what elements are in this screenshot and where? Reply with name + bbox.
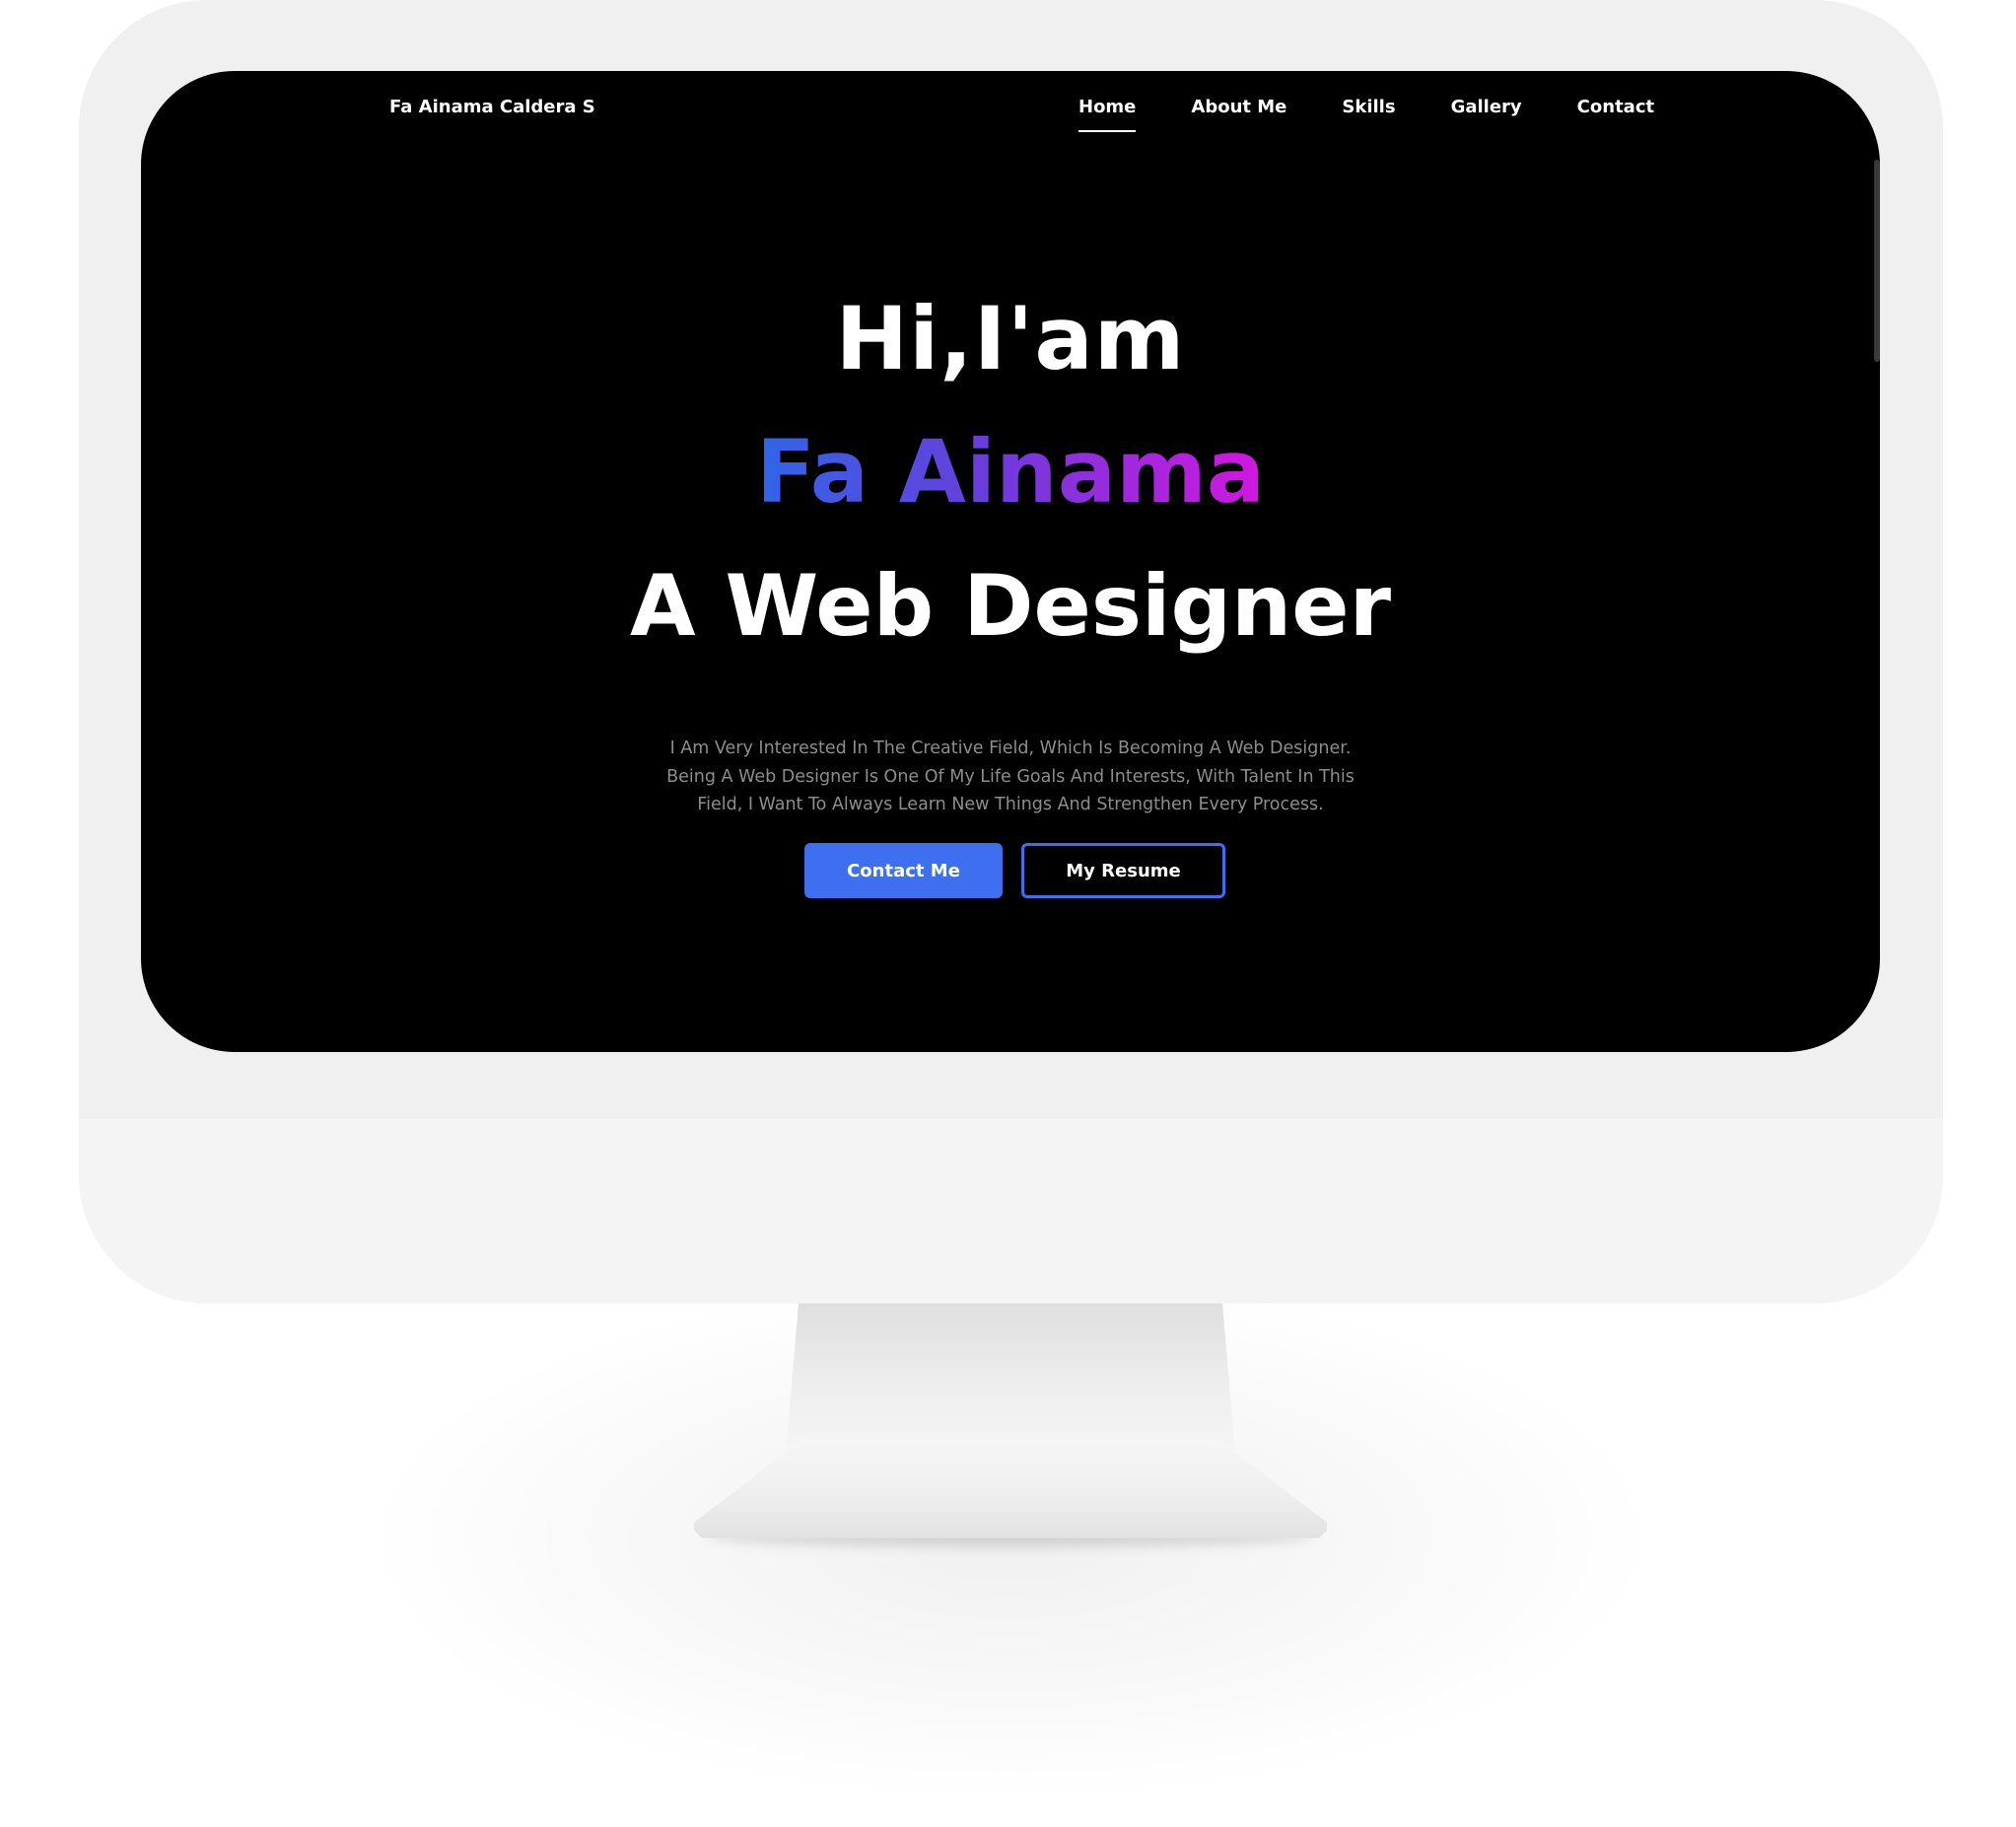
website-screen: Fa Ainama Caldera S Home About Me Skills…	[141, 71, 1880, 1052]
nav-item-skills[interactable]: Skills	[1342, 97, 1395, 117]
hero-name: Fa Ainama	[141, 421, 1880, 523]
hero-name-gradient-text: Fa Ainama	[755, 421, 1266, 523]
monitor-stand-base	[694, 1440, 1327, 1538]
contact-me-button[interactable]: Contact Me	[804, 843, 1003, 898]
nav-item-contact[interactable]: Contact	[1577, 97, 1654, 117]
nav-item-about-me[interactable]: About Me	[1191, 97, 1286, 117]
nav-item-home[interactable]: Home	[1078, 97, 1137, 132]
nav-item-gallery[interactable]: Gallery	[1451, 97, 1522, 117]
site-brand[interactable]: Fa Ainama Caldera S	[389, 97, 595, 117]
hero-role: A Web Designer	[629, 557, 1392, 656]
main-nav: Home About Me Skills Gallery Contact	[1078, 97, 1654, 132]
hero-description-line: I Am Very Interested In The Creative Fie…	[669, 738, 1352, 758]
my-resume-button[interactable]: My Resume	[1021, 843, 1225, 898]
hero-description-line: Being A Web Designer Is One Of My Life G…	[666, 766, 1355, 787]
monitor-chin	[79, 1119, 1943, 1303]
hero-greeting: Hi,I'am	[835, 288, 1186, 389]
hero-description-line: Field, I Want To Always Learn New Things…	[697, 795, 1324, 814]
device-mockup: Fa Ainama Caldera S Home About Me Skills…	[0, 0, 2016, 1827]
hero-description: I Am Very Interested In The Creative Fie…	[641, 735, 1380, 819]
